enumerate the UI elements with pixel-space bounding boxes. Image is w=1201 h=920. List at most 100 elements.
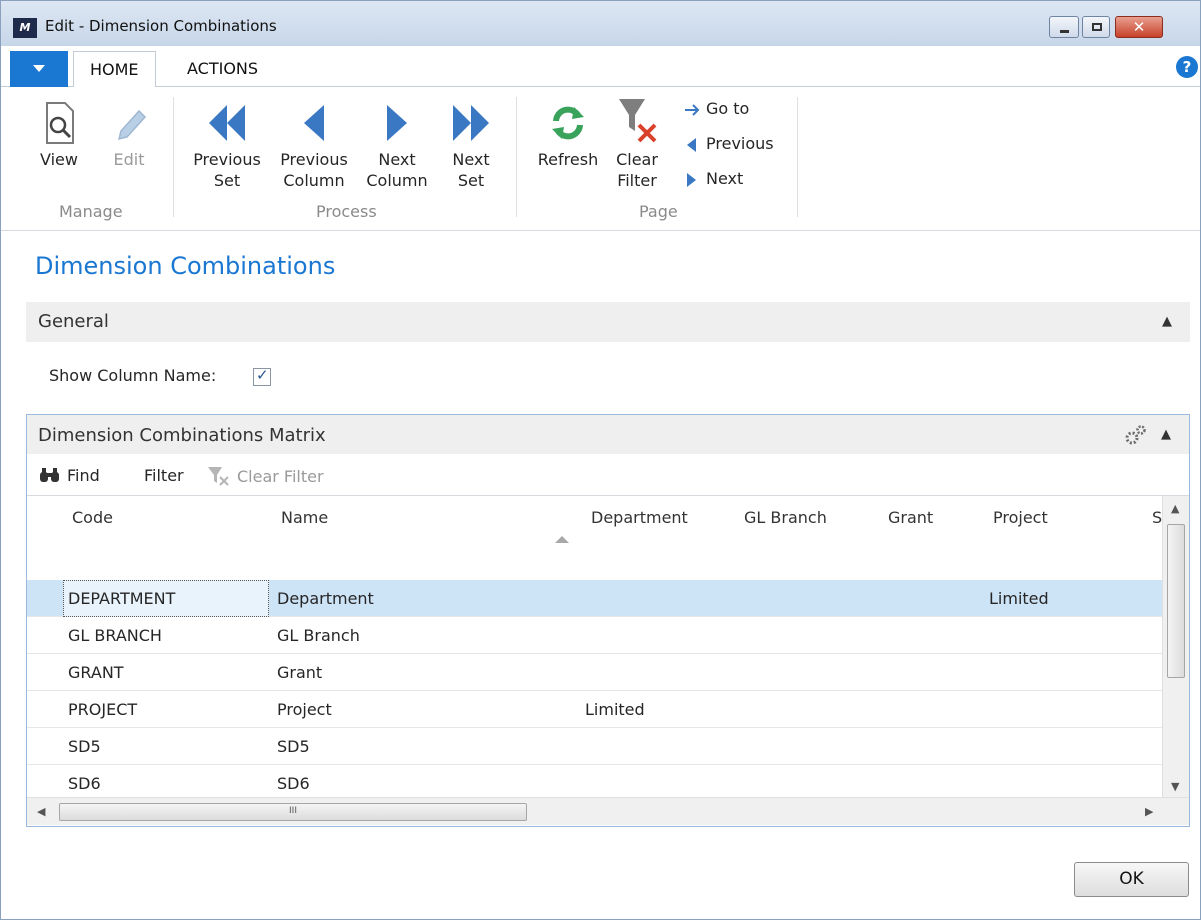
previous-button[interactable]: Previous bbox=[684, 132, 774, 156]
scroll-down-icon[interactable]: ▼ bbox=[1171, 780, 1179, 793]
vertical-scrollbar[interactable]: ▲ ▼ bbox=[1162, 496, 1189, 797]
cell-department[interactable]: Limited bbox=[585, 700, 645, 719]
clear-filter-icon bbox=[619, 99, 657, 143]
show-column-name-checkbox[interactable]: ✓ bbox=[253, 366, 271, 386]
column-header-department[interactable]: Department bbox=[591, 508, 688, 527]
close-button[interactable]: ✕ bbox=[1115, 16, 1163, 38]
ribbon-tab-bar: HOME ACTIONS bbox=[1, 47, 1200, 88]
left-arrow-icon bbox=[304, 105, 324, 141]
previous-label: Previous bbox=[706, 134, 774, 153]
vertical-scroll-thumb[interactable] bbox=[1167, 524, 1185, 678]
group-label-manage: Manage bbox=[59, 202, 123, 221]
matrix-header[interactable]: Dimension Combinations Matrix ▲ bbox=[27, 415, 1189, 454]
chevron-down-icon bbox=[33, 65, 45, 72]
table-row[interactable]: SD5 SD5 bbox=[27, 728, 1162, 765]
column-header-code[interactable]: Code bbox=[72, 508, 113, 527]
ribbon-separator bbox=[516, 97, 517, 217]
view-button[interactable]: View bbox=[35, 101, 83, 170]
find-label: Find bbox=[67, 466, 100, 485]
right-arrow-icon bbox=[387, 105, 407, 141]
general-title: General bbox=[38, 311, 109, 332]
previous-arrow-icon bbox=[687, 137, 696, 152]
edit-label: Edit bbox=[113, 150, 145, 169]
table-row[interactable]: PROJECT Project Limited bbox=[27, 691, 1162, 728]
cell-name: SD6 bbox=[277, 774, 310, 793]
tab-home[interactable]: HOME bbox=[73, 51, 156, 88]
next-label: Next bbox=[706, 169, 744, 188]
edit-button[interactable]: Edit bbox=[107, 101, 151, 170]
scroll-up-icon[interactable]: ▲ bbox=[1171, 502, 1179, 515]
table-row[interactable]: DEPARTMENT Department Limited bbox=[27, 580, 1162, 617]
column-header-name[interactable]: Name bbox=[281, 508, 328, 527]
table-row[interactable]: SD6 SD6 bbox=[27, 765, 1162, 797]
minimize-button[interactable] bbox=[1049, 16, 1079, 38]
previous-column-label-line2: Column bbox=[283, 171, 345, 190]
cell-project[interactable]: Limited bbox=[989, 589, 1049, 608]
clear-filter-button[interactable]: Clear Filter bbox=[611, 95, 663, 191]
matrix-toolbar: Find Filter Clear Filter bbox=[27, 454, 1189, 496]
arrow-right-icon bbox=[685, 103, 700, 116]
cell-name: Department bbox=[277, 589, 374, 608]
tab-actions[interactable]: ACTIONS bbox=[171, 51, 274, 88]
gear-icon[interactable] bbox=[1123, 424, 1147, 446]
maximize-icon bbox=[1092, 23, 1102, 31]
column-header-project[interactable]: Project bbox=[993, 508, 1048, 527]
next-column-label-line1: Next bbox=[378, 150, 416, 169]
collapse-icon[interactable]: ▲ bbox=[1161, 427, 1171, 442]
scroll-left-icon[interactable]: ◀ bbox=[37, 805, 45, 818]
horizontal-scrollbar[interactable]: ◀ III ▶ bbox=[27, 797, 1189, 825]
go-to-button[interactable]: Go to bbox=[684, 97, 749, 121]
collapse-icon[interactable]: ▲ bbox=[1162, 314, 1172, 329]
clear-filter-icon bbox=[208, 467, 229, 486]
clear-filter-label: Clear Filter bbox=[237, 467, 324, 486]
column-header-grant[interactable]: Grant bbox=[888, 508, 933, 527]
previous-column-button[interactable]: Previous Column bbox=[275, 101, 353, 191]
application-menu-button[interactable] bbox=[10, 51, 68, 87]
next-set-label-line2: Set bbox=[457, 171, 485, 190]
previous-column-label-line1: Previous bbox=[280, 150, 348, 169]
cell-name: Grant bbox=[277, 663, 323, 682]
group-label-process: Process bbox=[316, 202, 377, 221]
matrix-grid: Code Name Department GL Branch Grant Pro… bbox=[27, 495, 1189, 797]
ribbon-separator bbox=[797, 97, 798, 217]
table-row[interactable]: GL BRANCH GL Branch bbox=[27, 617, 1162, 654]
horizontal-scroll-thumb[interactable]: III bbox=[59, 803, 527, 821]
column-header-gl-branch[interactable]: GL Branch bbox=[744, 508, 827, 527]
refresh-icon bbox=[552, 106, 584, 140]
maximize-button[interactable] bbox=[1082, 16, 1110, 38]
view-label: View bbox=[40, 150, 78, 169]
previous-set-label-line1: Previous bbox=[193, 150, 261, 169]
next-set-button[interactable]: Next Set bbox=[445, 101, 497, 191]
filter-button[interactable]: Filter bbox=[144, 466, 184, 485]
general-fasttab-header[interactable]: General ▲ bbox=[26, 302, 1190, 342]
find-button[interactable]: Find bbox=[39, 466, 100, 485]
column-header-truncated[interactable]: S bbox=[1152, 508, 1162, 527]
ok-button[interactable]: OK bbox=[1074, 862, 1189, 897]
double-right-arrow-icon bbox=[453, 105, 489, 141]
group-label-page: Page bbox=[639, 202, 678, 221]
ribbon-separator bbox=[173, 97, 174, 217]
clear-filter-toolbar-button[interactable]: Clear Filter bbox=[207, 466, 324, 486]
table-row[interactable]: GRANT Grant bbox=[27, 654, 1162, 691]
previous-set-button[interactable]: Previous Set bbox=[189, 101, 265, 191]
cell-code: SD6 bbox=[68, 774, 101, 793]
help-icon[interactable]: ? bbox=[1176, 56, 1198, 78]
clear-filter-label-line2: Filter bbox=[617, 171, 657, 190]
page-title: Dimension Combinations bbox=[35, 252, 336, 280]
window: M Edit - Dimension Combinations ✕ HOME A… bbox=[0, 0, 1201, 920]
title-bar: M Edit - Dimension Combinations ✕ bbox=[1, 1, 1200, 46]
scroll-right-icon[interactable]: ▶ bbox=[1145, 805, 1153, 818]
sort-ascending-icon bbox=[555, 536, 569, 543]
previous-set-label-line2: Set bbox=[213, 171, 241, 190]
ribbon: View Edit Manage Previous Set Previous C… bbox=[1, 87, 1200, 231]
next-arrow-icon bbox=[687, 172, 696, 187]
next-button[interactable]: Next bbox=[684, 167, 743, 191]
next-column-button[interactable]: Next Column bbox=[361, 101, 433, 191]
show-column-name-label: Show Column Name: bbox=[49, 366, 217, 385]
next-set-label-line1: Next bbox=[452, 150, 490, 169]
view-icon bbox=[46, 102, 74, 144]
matrix-title: Dimension Combinations Matrix bbox=[38, 425, 326, 446]
refresh-button[interactable]: Refresh bbox=[533, 101, 603, 170]
cell-name: Project bbox=[277, 700, 332, 719]
binoculars-icon bbox=[40, 468, 59, 482]
